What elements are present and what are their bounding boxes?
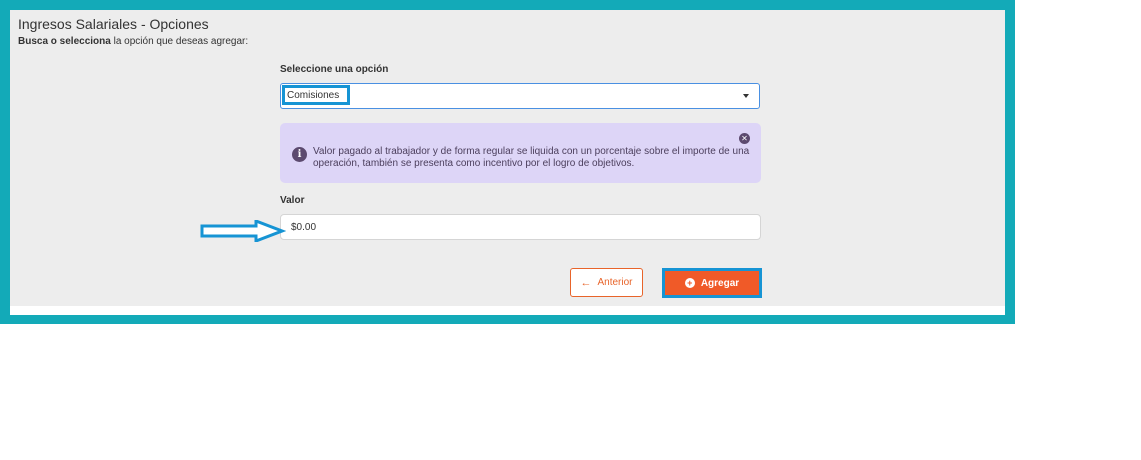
option-select[interactable]: Comisiones [280,83,760,109]
amount-value: $0.00 [291,222,317,233]
amount-input[interactable]: $0.00 [280,214,761,240]
previous-button-label: Anterior [597,277,633,288]
amount-label: Valor [280,195,305,206]
subtitle-text: la opción que deseas agregar: [110,36,249,47]
info-text: Valor pagado al trabajador y de forma re… [313,146,750,169]
close-icon[interactable]: ✕ [739,133,750,144]
plus-circle-icon: + [684,278,695,288]
add-button-highlight: + Agregar [662,268,762,298]
options-panel: Ingresos Salariales - Opciones Busca o s… [10,10,1005,315]
chevron-down-icon[interactable] [743,94,749,98]
annotation-frame: Ingresos Salariales - Opciones Busca o s… [0,0,1015,324]
page-subtitle: Busca o selecciona la opción que deseas … [18,36,248,47]
info-alert: i ✕ Valor pagado al trabajador y de form… [280,123,761,183]
subtitle-bold: Busca o selecciona [18,36,111,47]
add-button-label: Agregar [700,277,740,289]
info-icon: i [292,147,307,162]
select-value: Comisiones [287,90,340,101]
pointer-arrow-icon [200,220,286,242]
select-label: Seleccione una opción [280,64,389,75]
previous-button[interactable]: ← Anterior [570,268,643,297]
page-title: Ingresos Salariales - Opciones [18,16,209,32]
arrow-left-icon: ← [580,276,592,289]
add-button[interactable]: + Agregar [665,271,759,295]
panel-footer-strip [10,306,1005,315]
